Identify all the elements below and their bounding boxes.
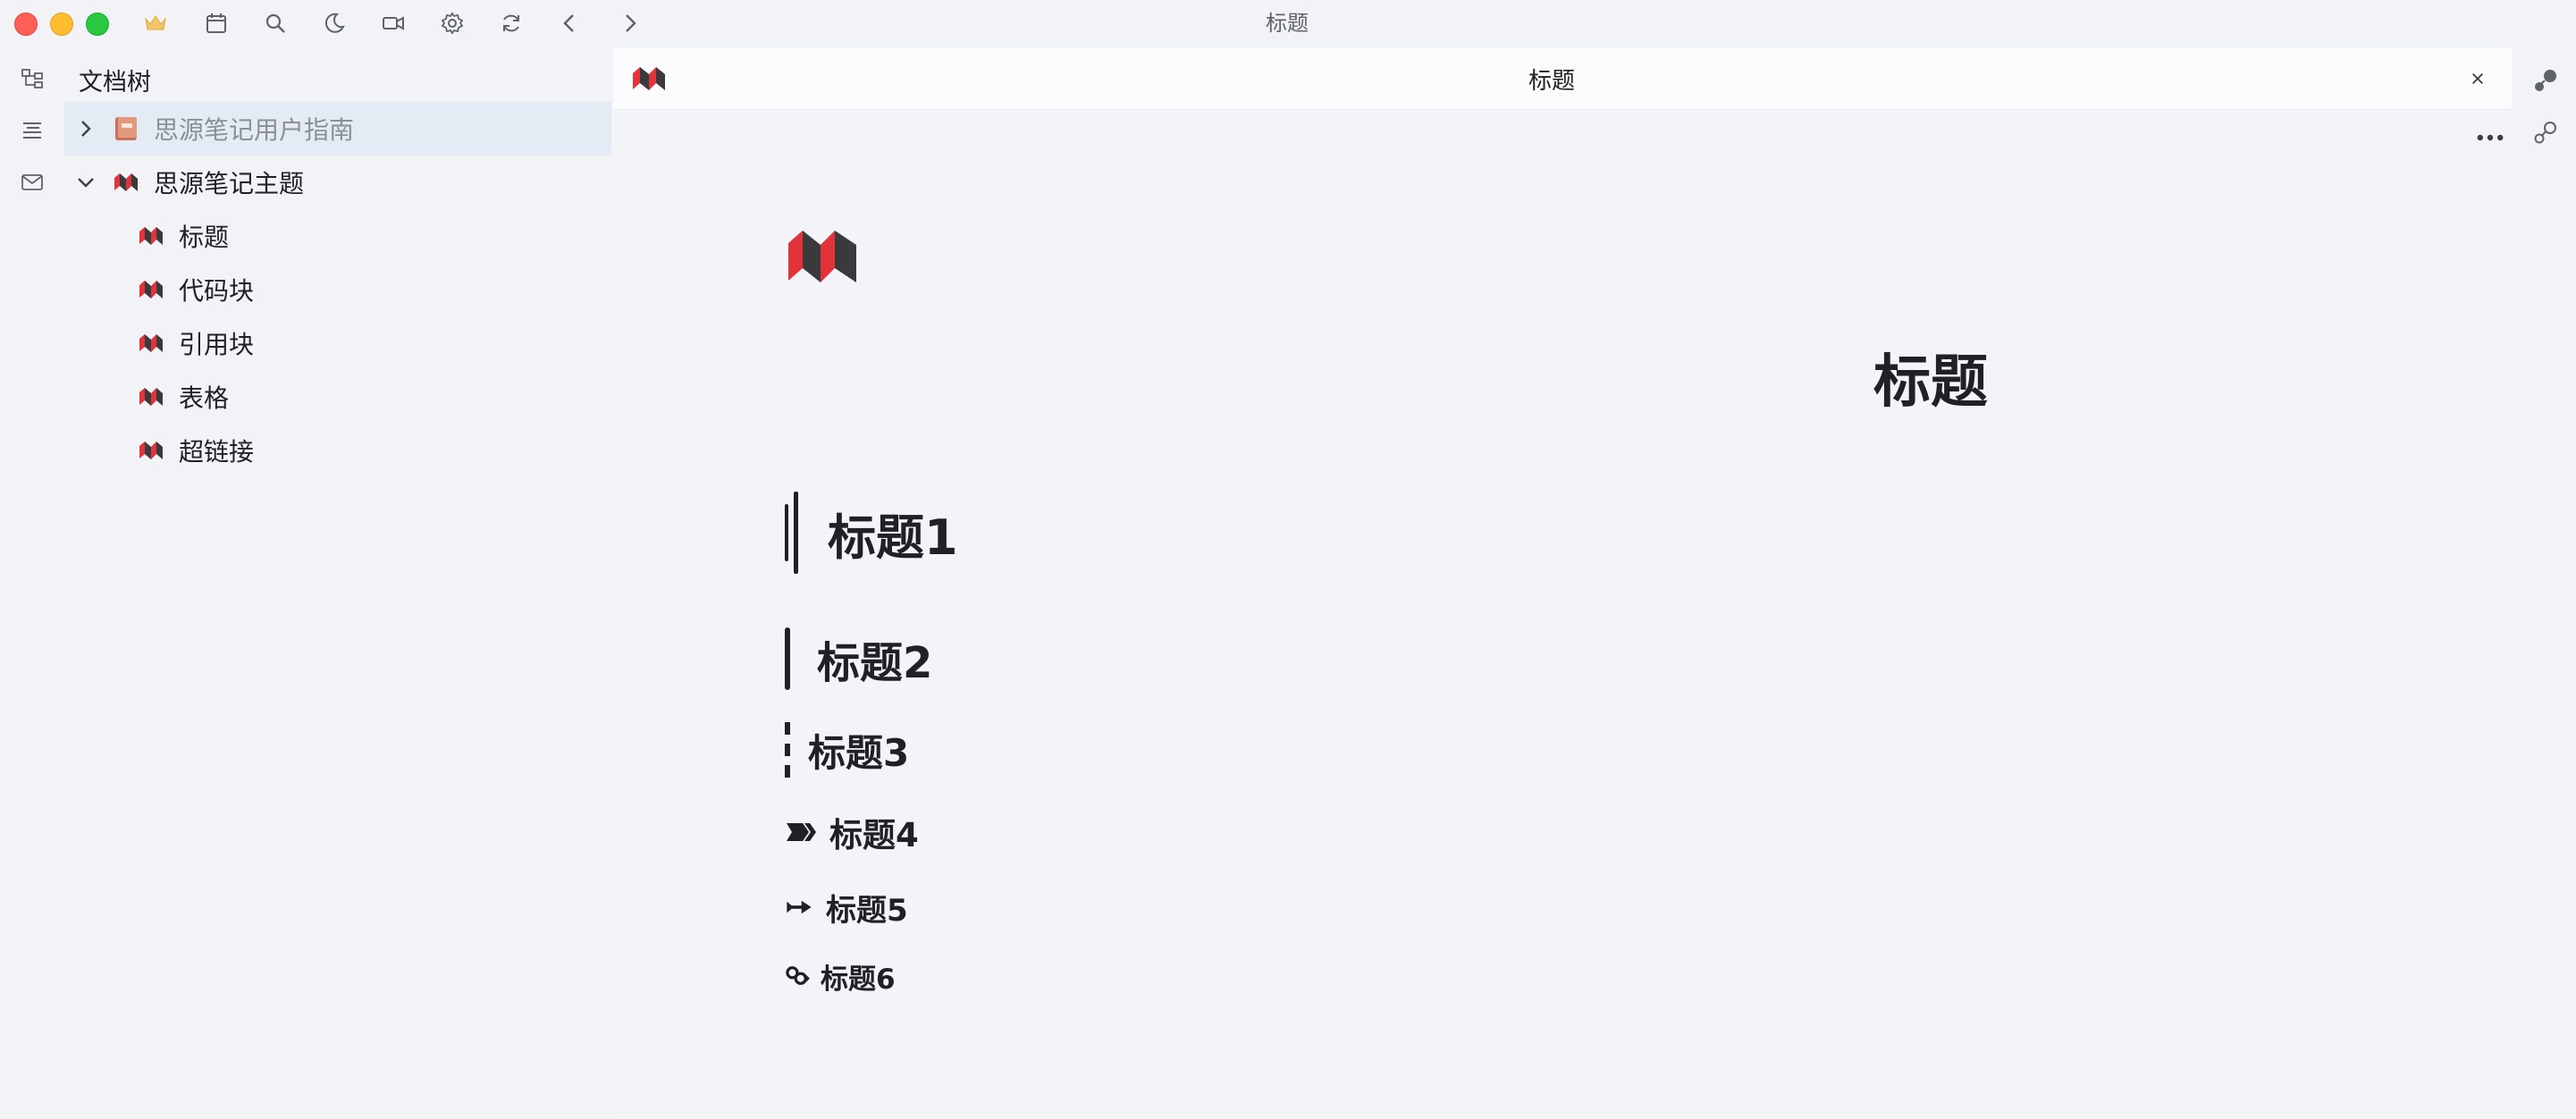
close-icon[interactable] [2465, 66, 2490, 91]
graph-icon[interactable] [2530, 64, 2562, 97]
heading-4-marker-icon [787, 823, 816, 841]
heading-3-text: 标题3 [808, 730, 910, 775]
tab-bar: 标题 [613, 48, 2512, 110]
theme-logo-icon [631, 63, 667, 95]
heading-2[interactable]: 标题2 [783, 626, 932, 692]
theme-logo-icon [111, 167, 141, 198]
heading-1[interactable]: 标题1 [783, 490, 958, 576]
heading-3[interactable]: 标题3 [783, 722, 909, 778]
doc-label: 代码块 [179, 276, 255, 306]
file-tree-header: 文档树 [79, 69, 151, 97]
heading-5[interactable]: 标题5 [785, 887, 908, 929]
doc-label: 超链接 [179, 437, 255, 467]
tab-title[interactable]: 标题 [1418, 63, 1686, 96]
crown-icon[interactable] [141, 9, 170, 38]
theme-logo-icon [136, 382, 166, 412]
title-bar: 标题 [0, 0, 2576, 45]
close-window-button[interactable] [14, 13, 38, 36]
global-graph-icon[interactable] [2530, 116, 2562, 148]
heading-6-marker-icon [786, 966, 810, 985]
notebook-item-themes[interactable]: 思源笔记主题 [64, 156, 611, 209]
doc-label: 引用块 [179, 330, 255, 359]
doc-item-hyperlink[interactable]: 超链接 [64, 424, 611, 477]
outline-icon[interactable] [18, 116, 46, 145]
inbox-icon[interactable] [18, 168, 46, 197]
heading-5-text: 标题5 [826, 892, 908, 929]
document-icon[interactable] [787, 225, 858, 288]
back-icon[interactable] [556, 9, 585, 38]
chevron-right-icon[interactable] [73, 116, 98, 141]
theme-logo-icon [136, 274, 166, 305]
heading-4[interactable]: 标题4 [785, 810, 919, 854]
more-options-icon[interactable] [2472, 125, 2508, 150]
heading-6-text: 标题6 [821, 963, 896, 996]
heading-1-text: 标题1 [828, 509, 958, 566]
doc-label: 表格 [179, 383, 230, 413]
heading-1-marker-icon [785, 492, 798, 574]
heading-2-marker-icon [785, 627, 790, 690]
heading-6[interactable]: 标题6 [785, 956, 896, 996]
book-icon [111, 114, 141, 144]
heading-5-marker-icon [787, 900, 812, 914]
notebook-label: 思源笔记主题 [154, 169, 305, 198]
theme-logo-icon [136, 328, 166, 358]
search-icon[interactable] [261, 9, 290, 38]
video-icon[interactable] [379, 9, 408, 38]
sync-icon[interactable] [497, 9, 526, 38]
notebook-label: 思源笔记用户指南 [154, 115, 355, 145]
doc-item-table[interactable]: 表格 [64, 370, 611, 424]
theme-logo-icon [136, 221, 166, 251]
minimize-window-button[interactable] [50, 13, 73, 36]
chevron-down-icon[interactable] [73, 170, 98, 195]
window-title: 标题 [1266, 11, 1309, 36]
document-title[interactable]: 标题 [1873, 336, 1988, 418]
doc-item-code-block[interactable]: 代码块 [64, 263, 611, 316]
moon-icon[interactable] [320, 9, 349, 38]
heading-4-text: 标题4 [829, 816, 919, 854]
doc-item-heading[interactable]: 标题 [64, 209, 611, 263]
maximize-window-button[interactable] [86, 13, 109, 36]
gear-icon[interactable] [438, 9, 467, 38]
heading-3-marker-icon [785, 722, 790, 778]
file-tree-icon[interactable] [18, 64, 46, 93]
editor-panel: 标题 标题 标题1 标题2 标题3 标题4 标题5 标题6 [613, 48, 2512, 1119]
heading-2-text: 标题2 [817, 638, 933, 688]
forward-icon[interactable] [615, 9, 644, 38]
file-tree-panel: 文档树 思源笔记用户指南 思源笔记主题 标题 代码块 引用块 表格 超链接 [64, 54, 611, 1119]
doc-label: 标题 [179, 223, 230, 252]
app-window: 标题 文档树 思源笔记用户指南 思源笔记主题 标题 代码块 引用块 表格 超链接… [0, 0, 2576, 1119]
theme-logo-icon [136, 435, 166, 466]
doc-item-quote-block[interactable]: 引用块 [64, 316, 611, 370]
calendar-icon[interactable] [202, 9, 231, 38]
notebook-item-user-guide[interactable]: 思源笔记用户指南 [64, 102, 611, 156]
